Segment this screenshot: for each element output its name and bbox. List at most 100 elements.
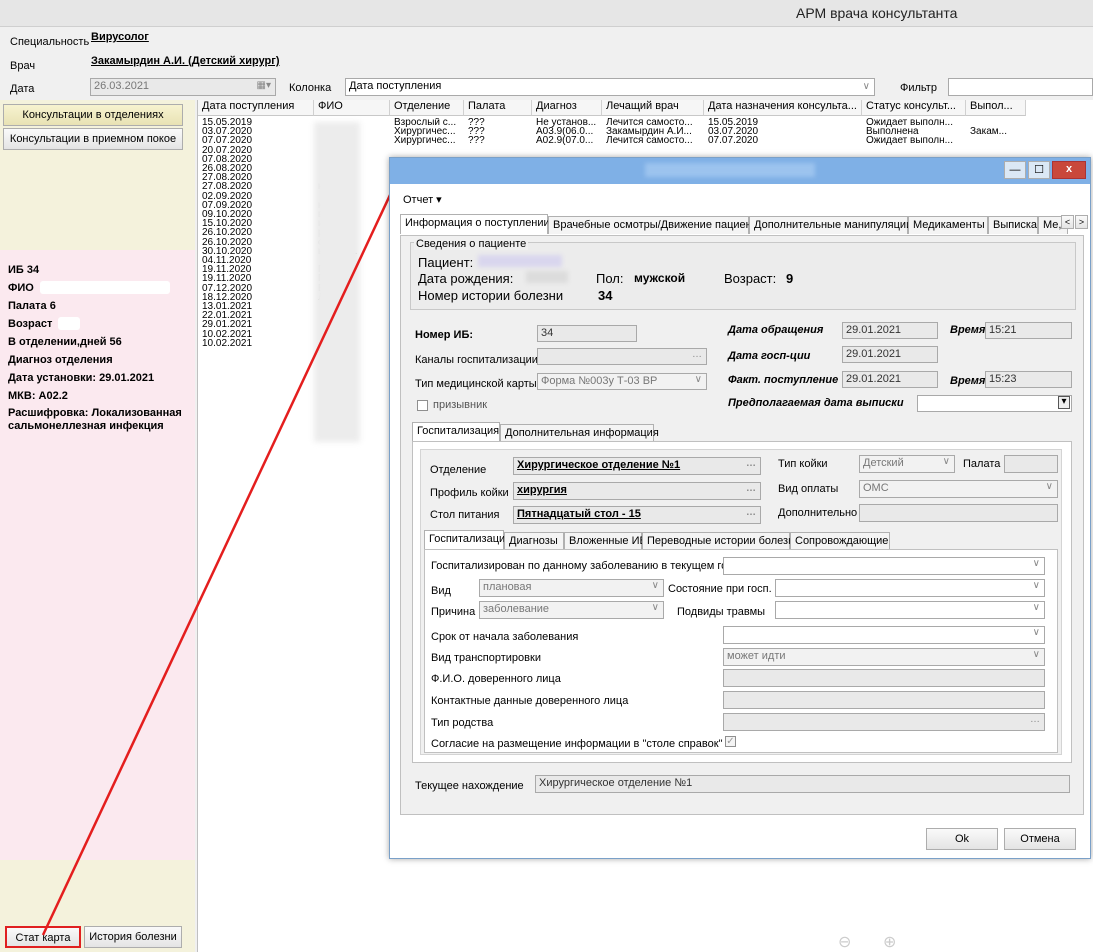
- appeal-time-field[interactable]: 15:21: [985, 322, 1072, 339]
- pay-select[interactable]: ОМС ∨: [859, 480, 1058, 498]
- tab-inner-3[interactable]: Переводные истории болезни: [642, 532, 800, 550]
- cancel-button[interactable]: Отмена: [1004, 828, 1076, 850]
- chevron-down-icon[interactable]: ∨: [1033, 558, 1040, 569]
- ok-button[interactable]: Ok: [926, 828, 998, 850]
- dept-label: Отделение: [430, 464, 487, 476]
- state-select[interactable]: ∨: [775, 579, 1045, 597]
- patient-dialog: — ☐ x Отчет ▾ Информация о поступлении Вр…: [389, 157, 1091, 859]
- discharge-date-field[interactable]: ▾: [917, 395, 1072, 412]
- tab-scroll-right-icon[interactable]: >: [1075, 215, 1088, 229]
- tab-main-2[interactable]: Дополнительные манипуляции: [749, 216, 912, 234]
- tab-main-3[interactable]: Медикаменты: [908, 216, 988, 234]
- conscript-checkbox[interactable]: [417, 400, 428, 411]
- main-tabs: Информация о поступлении Врачебные осмотр…: [400, 214, 1084, 236]
- appeal-date-label: Дата обращения: [728, 324, 824, 336]
- profile-field[interactable]: хирургия…: [513, 482, 761, 500]
- history-label: Номер истории болезни: [418, 288, 564, 303]
- tab-main-1[interactable]: Врачебные осмотры/Движение пациента: [548, 216, 763, 234]
- chevron-down-icon[interactable]: ∨: [652, 580, 659, 591]
- discharge-label: Предполагаемая дата выписки: [728, 397, 904, 409]
- dept-field[interactable]: Хирургическое отделение №1…: [513, 457, 761, 475]
- dropdown-icon[interactable]: ▾: [1058, 396, 1070, 409]
- current-label: Текущее нахождение: [415, 780, 524, 792]
- contacts-label: Контактные данные доверенного лица: [431, 695, 629, 707]
- chevron-down-icon[interactable]: ∨: [1033, 649, 1040, 660]
- ellipsis-icon[interactable]: …: [746, 458, 756, 469]
- trauma-label: Подвиды травмы: [677, 606, 766, 618]
- report-menu[interactable]: Отчет ▾: [403, 193, 442, 206]
- extra-field[interactable]: [859, 504, 1058, 522]
- card-type-select[interactable]: Форма №003у Т-03 ВР ∨: [537, 373, 707, 390]
- channels-field[interactable]: …: [537, 348, 707, 365]
- term-select[interactable]: ∨: [723, 626, 1045, 644]
- ellipsis-icon[interactable]: …: [692, 349, 702, 360]
- chevron-down-icon[interactable]: ∨: [1033, 602, 1040, 613]
- appeal-date-field[interactable]: 29.01.2021: [842, 322, 938, 339]
- chevron-down-icon[interactable]: ∨: [1033, 580, 1040, 591]
- kin-field[interactable]: …: [723, 713, 1045, 731]
- consent-checkbox[interactable]: ✓: [725, 736, 736, 747]
- chevron-down-icon[interactable]: ∨: [695, 374, 702, 385]
- minimize-button[interactable]: —: [1004, 161, 1026, 179]
- sex-value: мужской: [634, 271, 686, 285]
- trustee-field[interactable]: [723, 669, 1045, 687]
- fact-date-field[interactable]: 29.01.2021: [842, 371, 938, 388]
- conscript-label: призывник: [433, 399, 488, 411]
- bed-type-label: Тип койки: [778, 458, 828, 470]
- patient-label: Пациент:: [418, 255, 474, 270]
- ellipsis-icon[interactable]: …: [1030, 714, 1040, 725]
- contacts-field[interactable]: [723, 691, 1045, 709]
- appeal-time-label: Время: [950, 324, 986, 336]
- card-type-label: Тип медицинской карты: [415, 378, 537, 390]
- maximize-button[interactable]: ☐: [1028, 161, 1050, 179]
- history-value: 34: [598, 288, 613, 303]
- trauma-select[interactable]: ∨: [775, 601, 1045, 619]
- reason-select[interactable]: заболевание ∨: [479, 601, 664, 619]
- food-label: Стол питания: [430, 509, 500, 521]
- tab-inner-4[interactable]: Сопровождающие: [790, 532, 890, 550]
- ellipsis-icon[interactable]: …: [746, 507, 756, 518]
- hosp-same-select[interactable]: ∨: [723, 557, 1045, 575]
- close-button[interactable]: x: [1052, 161, 1086, 179]
- dialog-title-redacted: [645, 163, 815, 177]
- sex-label: Пол:: [596, 271, 624, 286]
- food-field[interactable]: Пятнадцатый стол - 15…: [513, 506, 761, 524]
- transport-select[interactable]: может идти ∨: [723, 648, 1045, 666]
- bed-type-select[interactable]: Детский ∨: [859, 455, 955, 473]
- hosp-date-label: Дата госп-ции: [728, 350, 811, 362]
- birth-redacted: [526, 271, 568, 283]
- kind-label: Вид: [431, 585, 451, 597]
- kin-label: Тип родства: [431, 717, 494, 729]
- fact-label: Факт. поступление: [728, 374, 839, 386]
- tab-sub-1[interactable]: Дополнительная информация: [500, 424, 659, 442]
- tab-scroll-left-icon[interactable]: <: [1061, 215, 1074, 229]
- tab-main-0[interactable]: Информация о поступлении: [400, 214, 550, 234]
- term-label: Срок от начала заболевания: [431, 631, 579, 643]
- kind-select[interactable]: плановая ∨: [479, 579, 664, 597]
- current-field[interactable]: Хирургическое отделение №1: [535, 775, 1070, 793]
- tab-main-4[interactable]: Выписка: [988, 216, 1038, 234]
- chevron-down-icon[interactable]: ∨: [943, 456, 950, 467]
- ward-label: Палата: [963, 458, 1001, 470]
- chevron-down-icon[interactable]: ∨: [1046, 481, 1053, 492]
- ward-field[interactable]: [1004, 455, 1058, 473]
- tab-inner-0[interactable]: Госпитализация: [424, 530, 511, 550]
- tab-sub-0[interactable]: Госпитализация: [412, 422, 500, 442]
- ellipsis-icon[interactable]: …: [746, 483, 756, 494]
- trustee-label: Ф.И.О. доверенного лица: [431, 673, 561, 685]
- age-label: Возраст:: [724, 271, 777, 286]
- ib-field[interactable]: 34: [537, 325, 637, 342]
- ib-label: Номер ИБ:: [415, 329, 474, 341]
- age-value: 9: [786, 271, 794, 286]
- transport-label: Вид транспортировки: [431, 652, 541, 664]
- chevron-down-icon[interactable]: ∨: [1033, 627, 1040, 638]
- tab-inner-2[interactable]: Вложенные ИБ: [564, 532, 647, 550]
- consent-label: Согласие на размещение информации в "сто…: [431, 738, 723, 750]
- hosp-date-field[interactable]: 29.01.2021: [842, 346, 938, 363]
- tab-inner-1[interactable]: Диагнозы: [504, 532, 564, 550]
- chevron-down-icon[interactable]: ∨: [652, 602, 659, 613]
- fact-time-field[interactable]: 15:23: [985, 371, 1072, 388]
- patient-group-title: Сведения о пациенте: [414, 238, 529, 250]
- fact-time-label: Время: [950, 375, 986, 387]
- pay-label: Вид оплаты: [778, 483, 839, 495]
